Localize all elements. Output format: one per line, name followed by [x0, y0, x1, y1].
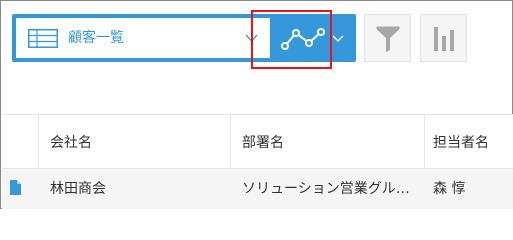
column-divider — [38, 115, 39, 169]
cell-company: 林田商会 — [50, 181, 106, 197]
column-divider — [230, 115, 231, 169]
view-select-label: 顧客一覧 — [68, 30, 124, 46]
funnel-icon — [376, 26, 400, 52]
document-icon[interactable] — [10, 180, 21, 195]
column-header-department[interactable]: 部署名 — [242, 134, 284, 152]
filter-button[interactable] — [364, 14, 411, 62]
column-divider — [424, 115, 425, 169]
cell-department: ソリューション営業グル… — [242, 181, 410, 197]
app-frame: 顧客一覧 会社名 部署名 担当者名 林田商会 ソリューション営業グル… 森 惇 — [0, 0, 513, 209]
column-header-contact[interactable]: 担当者名 — [433, 134, 489, 152]
chevron-down-icon — [332, 35, 344, 42]
bar-chart-icon — [434, 27, 454, 51]
table-row[interactable]: 林田商会 ソリューション営業グル… 森 惇 — [2, 169, 513, 209]
cell-contact: 森 惇 — [433, 181, 466, 197]
column-header-company[interactable]: 会社名 — [50, 134, 92, 152]
highlight-annotation-box — [251, 10, 332, 69]
table-header-row: 会社名 部署名 担当者名 — [2, 114, 513, 169]
table-list-icon — [28, 29, 58, 48]
bar-chart-button[interactable] — [420, 14, 467, 62]
view-select-dropdown[interactable]: 顧客一覧 — [16, 18, 270, 58]
record-table: 会社名 部署名 担当者名 林田商会 ソリューション営業グル… 森 惇 — [2, 114, 513, 209]
